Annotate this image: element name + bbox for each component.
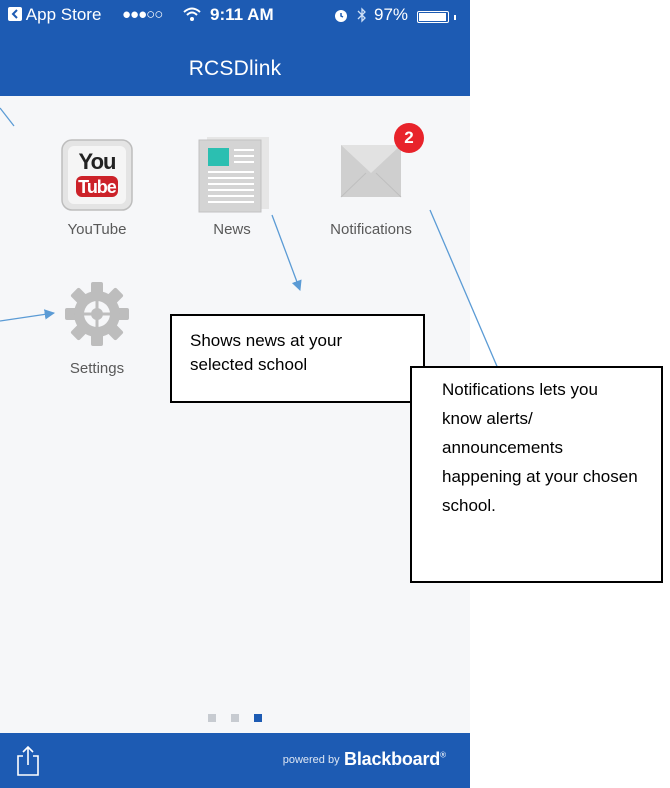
arrow-to-settings	[0, 309, 56, 322]
news-callout: Shows news at your selected school	[170, 314, 425, 403]
stage: App Store ●●●○○ 9:11 AM 97% RCSDlink You…	[0, 0, 670, 788]
arrow-news-callout	[271, 214, 302, 291]
arrow-to-youtube	[0, 107, 15, 127]
notifications-callout: Notifications lets you know alerts/ anno…	[410, 366, 663, 583]
arrow-notifications-callout	[429, 209, 504, 379]
